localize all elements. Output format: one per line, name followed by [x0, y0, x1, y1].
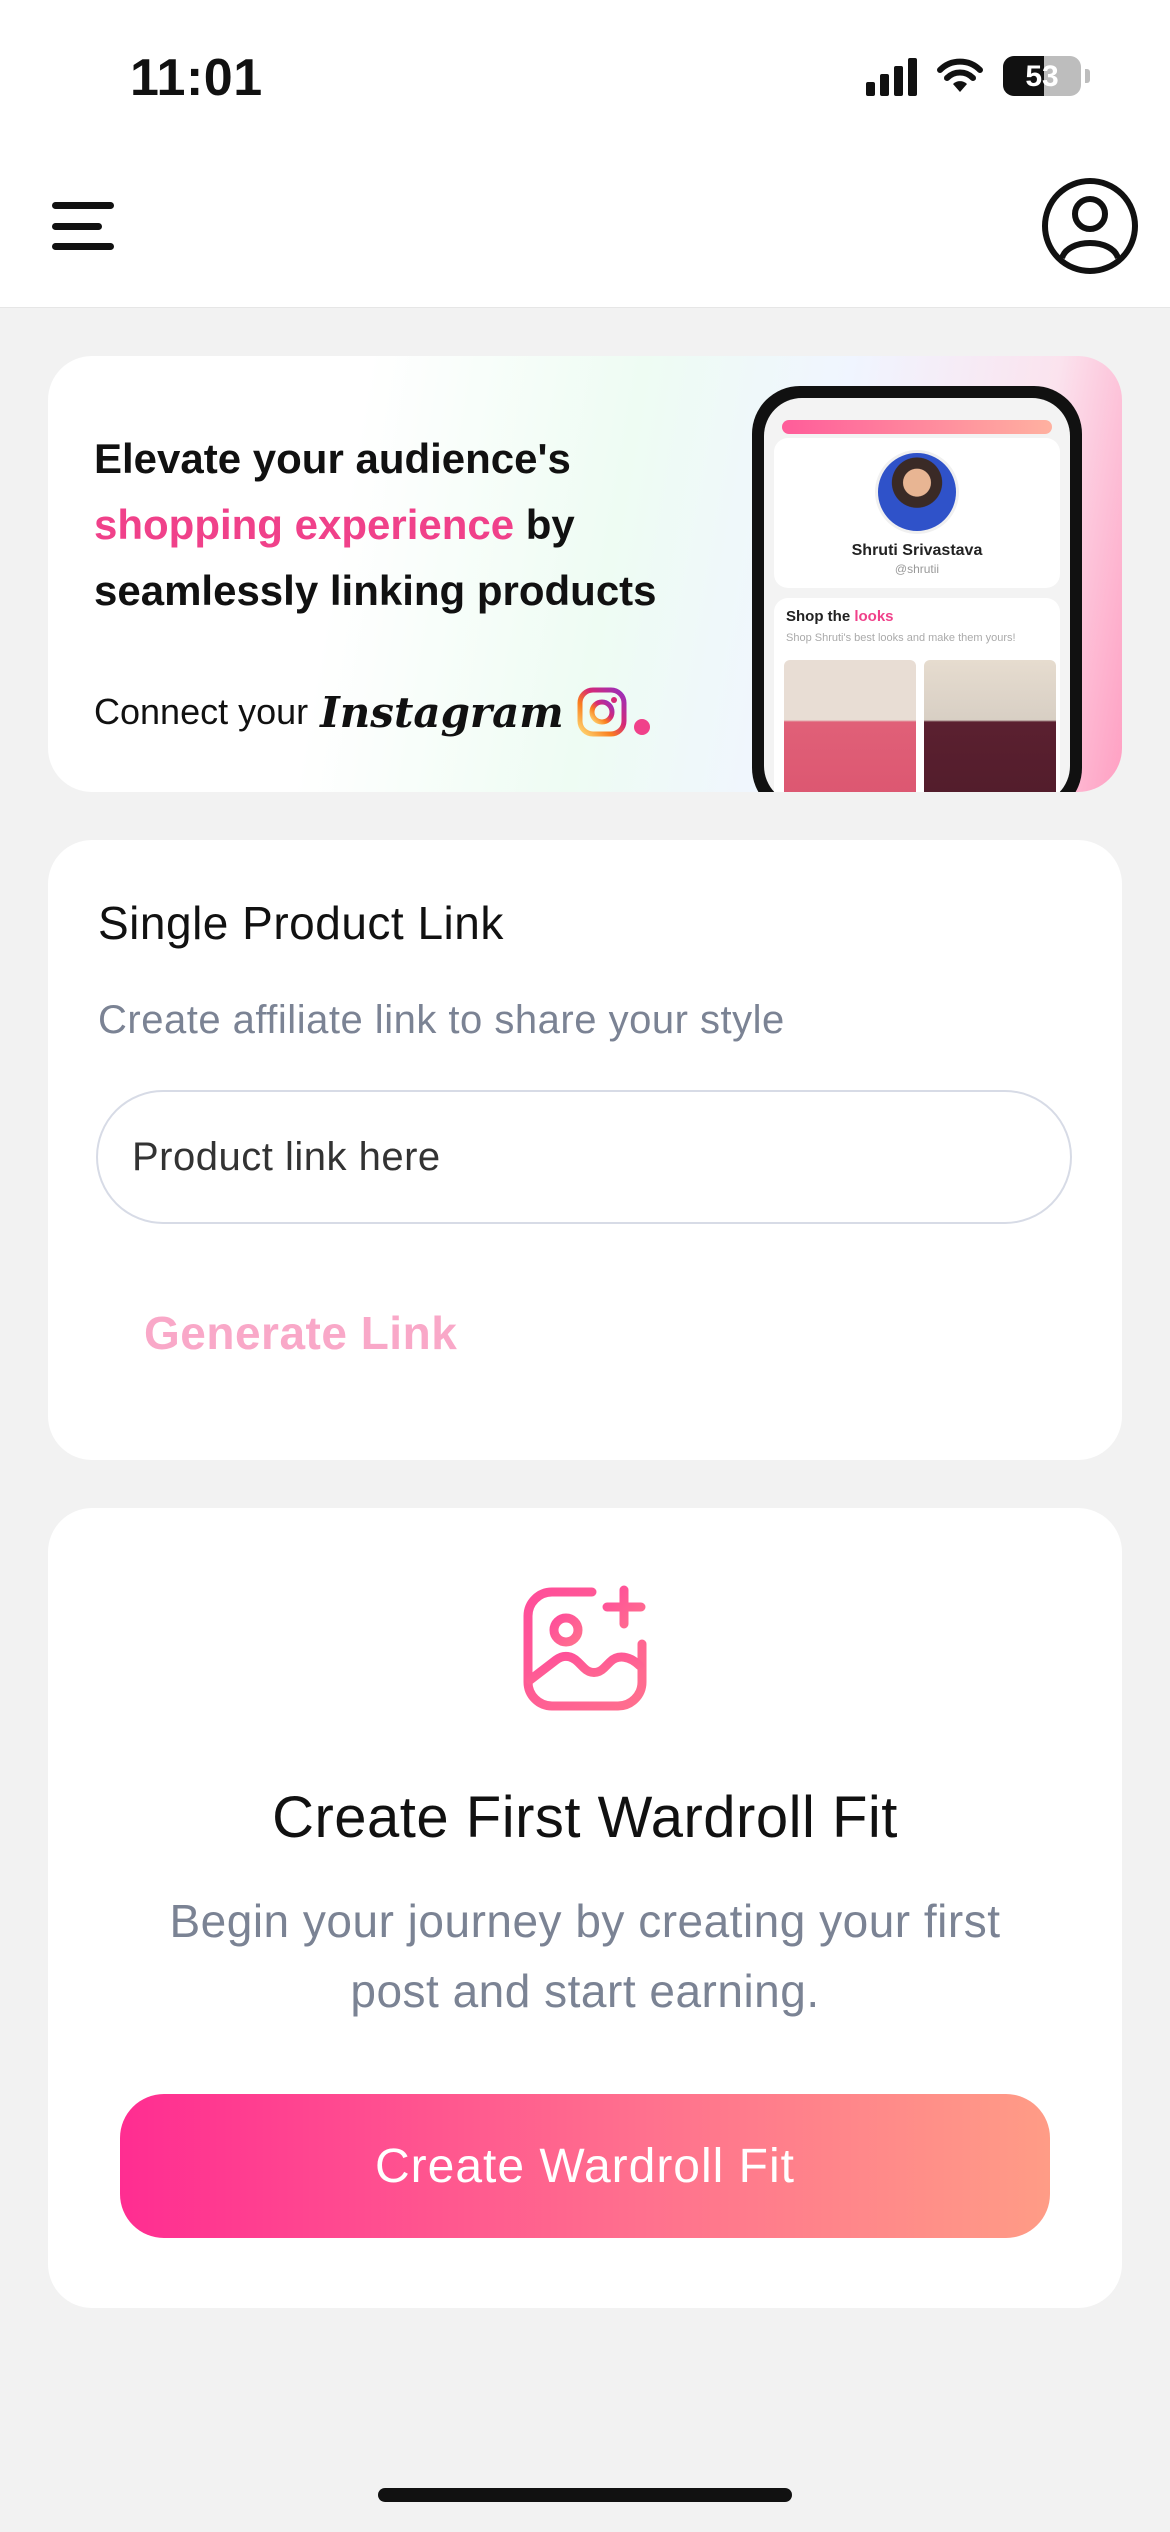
- banner-headline-line1: Elevate your audience's: [94, 435, 571, 482]
- product-image: [784, 660, 916, 792]
- phone-profile-handle: @shrutii: [894, 562, 940, 576]
- single-product-link-card: Single Product Link Create affiliate lin…: [48, 840, 1122, 1460]
- app-header: [0, 150, 1170, 308]
- status-time: 11:01: [130, 49, 263, 107]
- phone-mockup: Shruti Srivastava @shrutii Shop the look…: [752, 386, 1082, 792]
- phone-screen: Shruti Srivastava @shrutii Shop the look…: [764, 398, 1070, 792]
- battery-cap: [1085, 69, 1090, 83]
- image-add-icon: [523, 1585, 647, 1711]
- phone-profile-name: Shruti Srivastava: [851, 542, 983, 559]
- cellular-signal-icon: [866, 56, 917, 96]
- home-indicator[interactable]: [378, 2488, 792, 2502]
- avatar: [875, 450, 959, 534]
- phone-topbar: [782, 420, 1052, 434]
- phone-shop-subtitle: Shop Shruti's best looks and make them y…: [786, 632, 1016, 644]
- phone-shop-card: Shop the looks Shop Shruti's best looks …: [774, 598, 1060, 792]
- banner-headline-line3: seamlessly linking products: [94, 567, 657, 614]
- generate-link-button[interactable]: Generate Link: [144, 1306, 457, 1360]
- status-icons: 53: [866, 56, 1090, 96]
- phone-profile-card: Shruti Srivastava @shrutii: [774, 438, 1060, 588]
- battery-icon: 53: [1003, 56, 1081, 96]
- instagram-connect-banner[interactable]: Elevate your audience's shopping experie…: [48, 356, 1122, 792]
- single-link-title: Single Product Link: [98, 897, 504, 949]
- empty-state-card: Create First Wardroll Fit Begin your jou…: [48, 1508, 1122, 2308]
- banner-headline-highlight: shopping experience: [94, 501, 515, 548]
- product-link-input[interactable]: [96, 1090, 1072, 1224]
- instagram-wordmark: Instagram: [320, 687, 564, 737]
- connect-prefix: Connect your: [94, 691, 309, 732]
- phone-shop-title-highlight: looks: [854, 608, 894, 625]
- notification-dot: [633, 719, 650, 735]
- status-bar: 11:01 53: [0, 0, 1170, 150]
- single-link-subtitle: Create affiliate link to share your styl…: [98, 998, 785, 1042]
- banner-connect-row: Connect your Instagram: [94, 686, 650, 738]
- instagram-icon: [577, 687, 627, 737]
- create-wardroll-fit-button[interactable]: Create Wardroll Fit: [120, 2094, 1050, 2238]
- hamburger-menu-icon[interactable]: [52, 196, 114, 256]
- wifi-icon: [937, 58, 983, 92]
- phone-shop-title: Shop the looks: [786, 608, 894, 625]
- battery-percentage: 53: [1025, 60, 1059, 93]
- banner-headline: Elevate your audience's shopping experie…: [94, 426, 794, 624]
- empty-state-description: Begin your journey by creating your firs…: [169, 1895, 1001, 2017]
- phone-shop-title-prefix: Shop the: [786, 608, 851, 625]
- product-image: [924, 660, 1056, 792]
- empty-state-title: Create First Wardroll Fit: [272, 1785, 898, 1850]
- user-circle-icon[interactable]: [1040, 176, 1140, 276]
- banner-headline-by: by: [525, 501, 575, 548]
